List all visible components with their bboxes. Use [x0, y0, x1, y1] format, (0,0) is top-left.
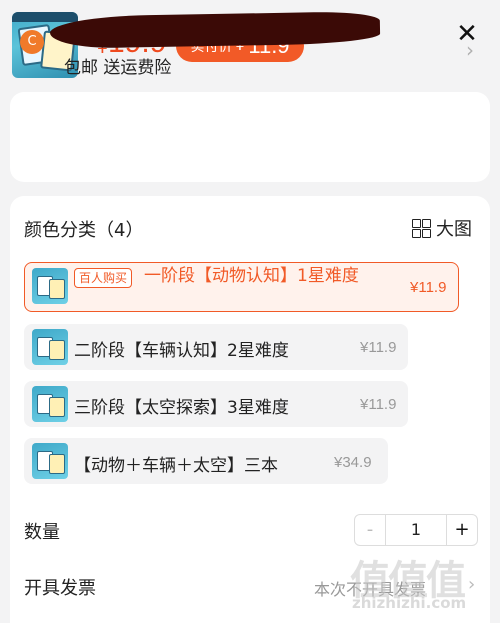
invoice-label: 开具发票: [24, 578, 96, 599]
watermark: 值值值 zhizhizhi.com: [350, 548, 495, 620]
option-price: ¥11.9: [360, 396, 397, 413]
option-label: 三阶段【太空探索】3星难度: [74, 398, 289, 418]
increase-button[interactable]: +: [446, 515, 477, 545]
option-label: 二阶段【车辆认知】2星难度: [74, 341, 289, 361]
color-category-title: 颜色分类（4）: [24, 220, 144, 241]
option-price: ¥11.9: [410, 279, 447, 296]
option-thumbnail: [32, 268, 68, 304]
watermark-url: zhizhizhi.com: [352, 594, 467, 612]
option-price: ¥11.9: [360, 339, 397, 356]
address-card[interactable]: [10, 92, 490, 182]
option-thumbnail: [32, 386, 68, 422]
location-icon: C: [20, 30, 44, 54]
chevron-right-icon[interactable]: ›: [466, 38, 474, 62]
option-price: ¥34.9: [334, 454, 372, 471]
option-thumbnail: [32, 329, 68, 365]
option-thumbnail: [32, 443, 68, 479]
quantity-stepper: - 1 +: [354, 514, 478, 546]
option-label: 【动物＋车辆＋太空】三本: [74, 456, 278, 476]
decrease-button[interactable]: -: [355, 515, 386, 545]
option-label: 一阶段【动物认知】1星难度: [144, 266, 359, 286]
big-image-label: 大图: [436, 219, 472, 240]
quantity-label: 数量: [24, 522, 60, 543]
shipping-services: 包邮 送运费险: [64, 58, 172, 78]
grid-icon: [412, 219, 431, 238]
quantity-input[interactable]: 1: [386, 515, 446, 545]
big-image-button[interactable]: 大图: [412, 215, 472, 241]
